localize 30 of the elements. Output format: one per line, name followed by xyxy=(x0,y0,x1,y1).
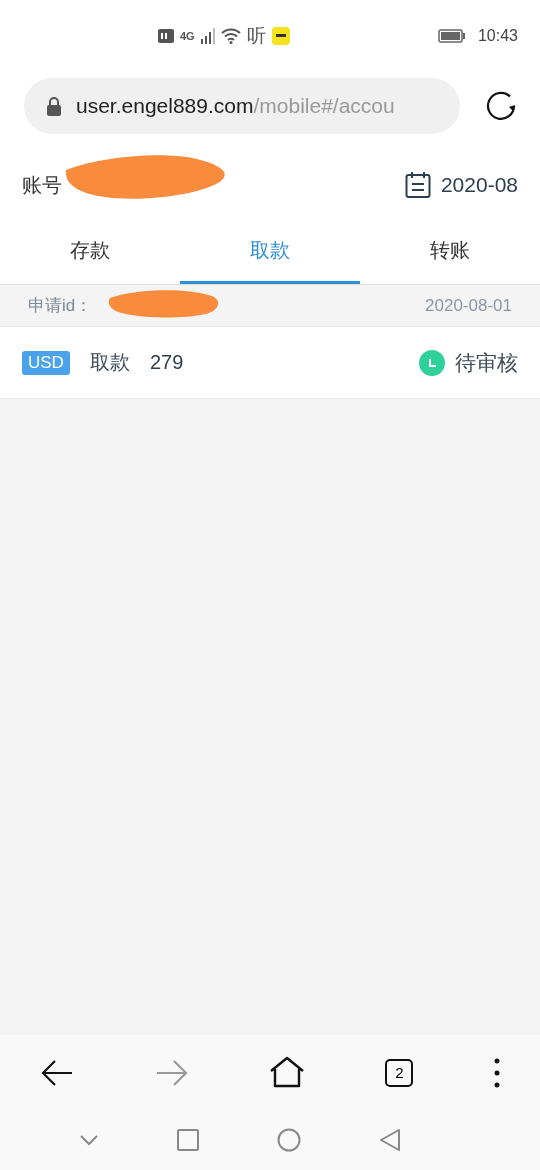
app-icon xyxy=(271,27,290,45)
month-selector[interactable]: 2020-08 xyxy=(440,173,518,197)
battery-icon xyxy=(437,29,466,43)
amount: 279 xyxy=(149,351,184,374)
reload-button[interactable] xyxy=(484,89,518,123)
request-id-label: 申请id： xyxy=(28,295,93,317)
clock-time: 10:43 xyxy=(477,27,518,45)
hd-icon xyxy=(158,29,174,43)
signal-icon xyxy=(200,28,215,44)
transaction-type: 取款 xyxy=(89,350,130,375)
chevron-down-icon[interactable] xyxy=(79,1134,99,1146)
address-bar[interactable]: user.engel889.com/mobile#/accou xyxy=(24,78,460,134)
back-button[interactable] xyxy=(40,1057,75,1088)
home-nav-button[interactable] xyxy=(277,1128,301,1152)
tab[interactable]: 转账 xyxy=(360,220,540,284)
wifi-icon xyxy=(220,28,241,44)
request-date: 2020-08-01 xyxy=(425,295,512,316)
home-button[interactable] xyxy=(268,1055,305,1090)
status-text: 待审核 xyxy=(455,349,518,376)
account-label: 账号 xyxy=(22,172,62,198)
lock-icon xyxy=(46,96,62,116)
recents-button[interactable] xyxy=(177,1129,199,1151)
calendar-icon xyxy=(404,171,431,199)
app-label: 听 xyxy=(246,24,266,48)
back-nav-button[interactable] xyxy=(379,1128,401,1152)
currency-tag: USD xyxy=(22,350,70,375)
more-menu-button[interactable] xyxy=(493,1057,500,1088)
tab-count-button[interactable]: 2 xyxy=(385,1058,414,1087)
network-type: 4G xyxy=(180,30,195,42)
tab[interactable]: 存款 xyxy=(0,220,180,284)
